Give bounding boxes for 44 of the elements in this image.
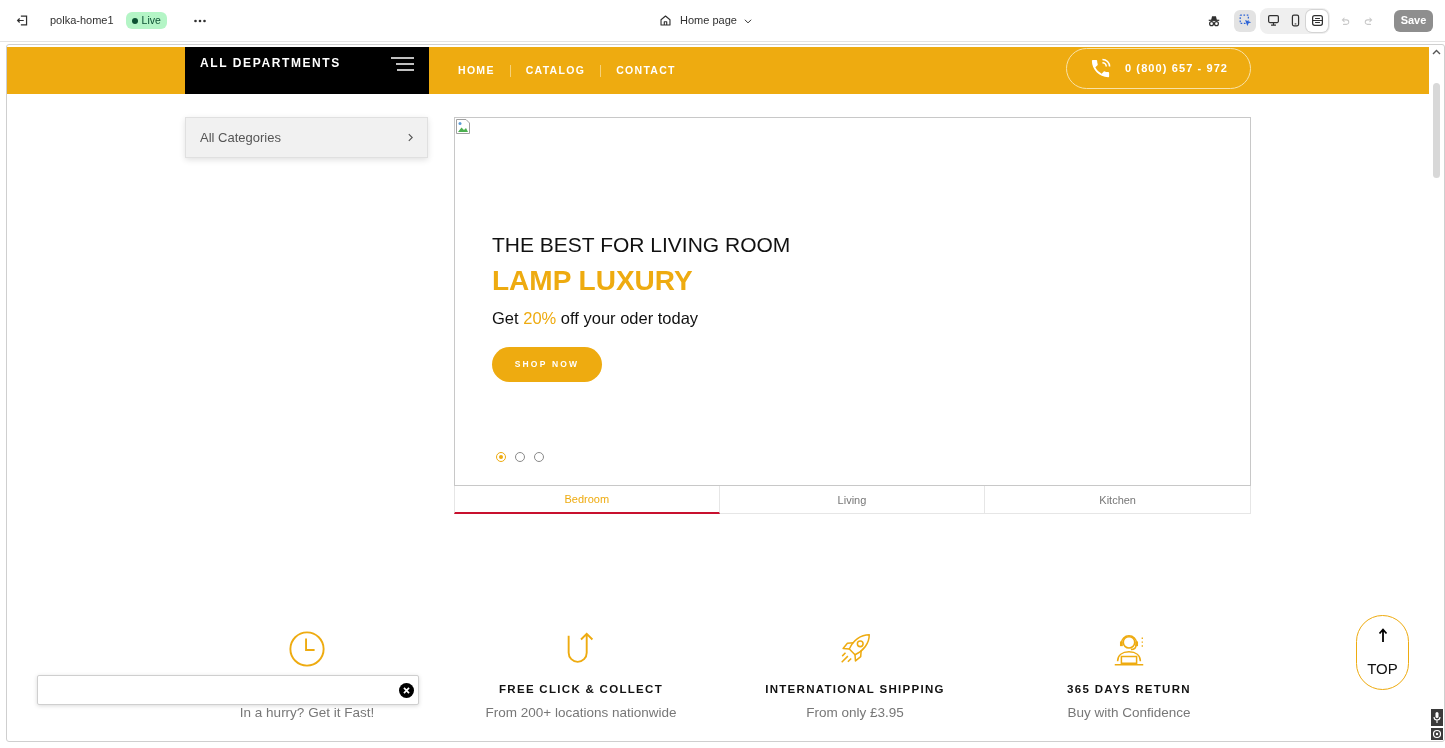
clock-icon [288, 630, 326, 668]
home-icon [659, 14, 672, 27]
feature-subtitle: From 200+ locations nationwide [485, 704, 677, 722]
category-tab[interactable]: Living [719, 486, 986, 514]
offer-text: Get 20% off your oder today [492, 308, 699, 329]
feature-title: FREE CLICK & COLLECT [499, 682, 663, 697]
hero-headline: THE BEST FOR LIVING ROOM [492, 232, 791, 258]
phone-icon [1089, 57, 1112, 80]
feature-subtitle: From only £3.95 [806, 704, 904, 722]
hero-title: LAMP LUXURY [492, 264, 693, 298]
nav-link[interactable]: CATALOG [525, 62, 586, 79]
selection-cursor-icon [1238, 14, 1252, 27]
category-tab[interactable]: Bedroom [454, 486, 720, 514]
feature-subtitle: Buy with Confidence [1067, 704, 1191, 722]
desktop-icon [1266, 14, 1280, 27]
shop-now-button[interactable]: SHOP NOW [492, 347, 602, 382]
arrow-up-icon [1377, 628, 1388, 642]
feature-title: 365 DAYS RETURN [1067, 682, 1191, 697]
target-icon[interactable] [1430, 728, 1443, 740]
nav-link[interactable]: CONTACT [616, 62, 676, 79]
scroll-up-icon[interactable] [1432, 49, 1441, 55]
chevron-right-icon [406, 133, 415, 142]
incognito-icon [1207, 13, 1221, 28]
close-icon[interactable] [399, 682, 414, 698]
category-tab[interactable]: Kitchen [985, 486, 1251, 514]
feature-subtitle: In a hurry? Get it Fast! [239, 704, 375, 722]
viewport-button[interactable] [1306, 9, 1328, 32]
feature-title: INTERNATIONAL SHIPPING [765, 682, 945, 697]
categories-dropdown[interactable]: All Categories [185, 117, 428, 158]
page-selector[interactable]: Home page [652, 8, 753, 33]
exit-icon[interactable] [16, 14, 29, 27]
broken-image-icon [456, 119, 470, 134]
select-tool-button[interactable] [1234, 9, 1256, 32]
menu-icon[interactable] [391, 57, 414, 71]
microphone-icon[interactable] [1430, 709, 1443, 726]
nav-link[interactable]: HOME [458, 62, 495, 79]
status-label: Live [141, 15, 161, 26]
back-to-top-button[interactable]: TOP [1356, 615, 1409, 690]
more-icon[interactable] [193, 18, 206, 23]
scrollbar-thumb[interactable] [1433, 83, 1440, 178]
page-name: polka-home1 [50, 13, 114, 29]
status-dot-icon [131, 17, 138, 24]
stacked-rows-icon [1310, 14, 1324, 27]
departments-label: ALL DEPARTMENTS [200, 56, 341, 70]
